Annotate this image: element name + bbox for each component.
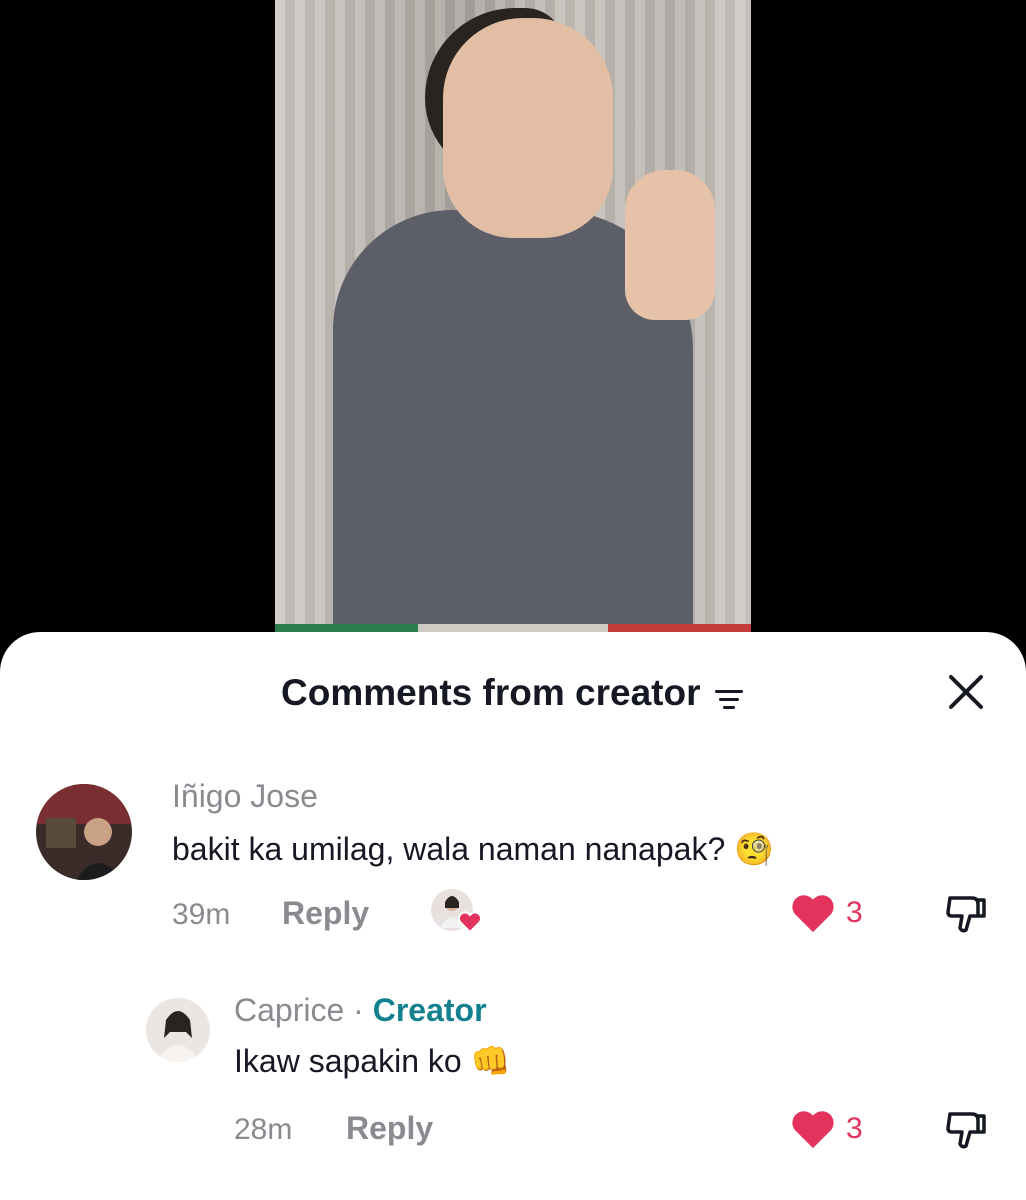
- sheet-header: Comments from creator: [0, 672, 1026, 714]
- heart-icon: [792, 895, 834, 933]
- monocle-face-emoji: 🧐: [734, 830, 774, 868]
- reply-button[interactable]: Reply: [346, 1110, 433, 1147]
- sheet-title: Comments from creator: [281, 672, 701, 713]
- fist-emoji: 👊: [470, 1042, 511, 1080]
- reply-timestamp: 28m: [234, 1113, 293, 1146]
- close-icon[interactable]: [946, 672, 986, 712]
- dislike-icon[interactable]: [944, 1106, 990, 1152]
- dislike-icon[interactable]: [944, 890, 990, 936]
- avatar[interactable]: [36, 784, 132, 880]
- reply-username-line: Caprice · Creator: [234, 992, 487, 1029]
- video-subject-head: [443, 18, 613, 238]
- heart-icon: [792, 1111, 834, 1149]
- like-count: 3: [846, 896, 863, 929]
- comment-text-content: bakit ka umilag, wala naman nanapak?: [172, 831, 726, 867]
- reply-button[interactable]: Reply: [282, 895, 369, 932]
- creator-avatar[interactable]: [146, 998, 210, 1062]
- creator-badge: Creator: [372, 992, 487, 1028]
- reply-text-content: Ikaw sapakin ko: [234, 1043, 462, 1079]
- comments-sheet: Comments from creator Iñigo Jose bakit k…: [0, 632, 1026, 1200]
- video-subject-hand: [625, 170, 715, 320]
- reply-text: Ikaw sapakin ko 👊: [234, 1042, 510, 1080]
- comment-timestamp: 39m: [172, 898, 231, 931]
- like-button[interactable]: 3: [790, 1108, 863, 1150]
- reply-username[interactable]: Caprice: [234, 992, 344, 1028]
- comment-username[interactable]: Iñigo Jose: [172, 778, 318, 815]
- comment-text: bakit ka umilag, wala naman nanapak? 🧐: [172, 830, 774, 868]
- liked-by-creator-icon: [431, 889, 483, 934]
- filter-icon[interactable]: [713, 687, 745, 711]
- video-player[interactable]: [275, 0, 751, 640]
- like-button[interactable]: 3: [790, 892, 863, 934]
- username-separator: ·: [344, 992, 373, 1028]
- like-count: 3: [846, 1112, 863, 1145]
